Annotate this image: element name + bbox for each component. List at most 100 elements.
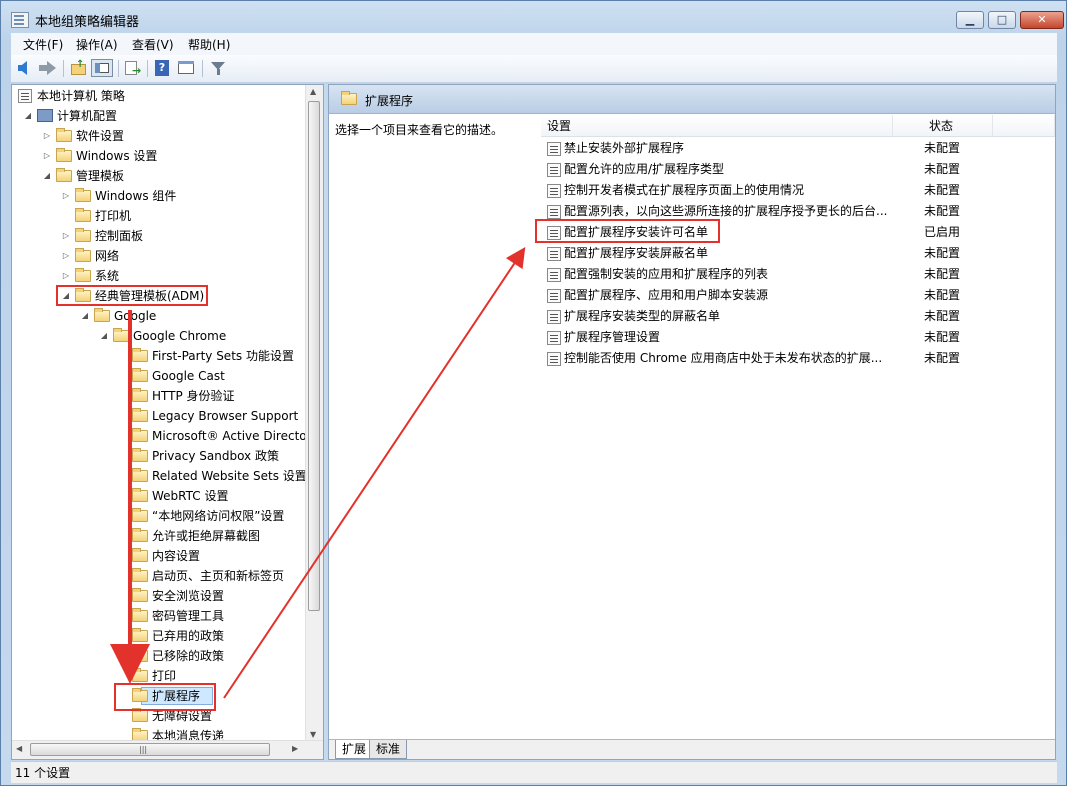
maximize-button[interactable]: □ bbox=[988, 11, 1016, 29]
policy-state: 未配置 bbox=[924, 351, 961, 365]
collapsed-triangle-icon[interactable]: ▷ bbox=[43, 146, 51, 166]
policy-state: 未配置 bbox=[924, 288, 961, 302]
tree-item[interactable]: 扩展程序 bbox=[12, 686, 307, 706]
back-icon[interactable] bbox=[17, 59, 37, 77]
tree-item[interactable]: 内容设置 bbox=[12, 546, 307, 566]
tree-item[interactable]: 密码管理工具 bbox=[12, 606, 307, 626]
policy-row[interactable]: 禁止安装外部扩展程序 未配置 bbox=[541, 138, 1051, 159]
tree-vertical-scrollbar[interactable]: ▲ ▼ bbox=[305, 85, 323, 741]
expanded-triangle-icon[interactable]: ◢ bbox=[43, 166, 51, 186]
tree-item[interactable]: 已弃用的政策 bbox=[12, 626, 307, 646]
tree-horizontal-scroll-thumb[interactable]: ||| bbox=[30, 743, 270, 756]
menu-file[interactable]: 文件(F) bbox=[23, 36, 63, 53]
tree-item-label: Legacy Browser Support bbox=[152, 409, 299, 423]
collapsed-triangle-icon[interactable]: ▷ bbox=[62, 226, 70, 246]
tree-pane[interactable]: 本地计算机 策略 ◢ 计算机配置 ▷ 软件设置 ▷ Windows 设置 ◢ 管理模板 ▷ Wind… bbox=[11, 84, 324, 760]
tree-item[interactable]: HTTP 身份验证 bbox=[12, 386, 307, 406]
tree-item[interactable]: WebRTC 设置 bbox=[12, 486, 307, 506]
folder-icon bbox=[56, 168, 72, 182]
column-header-state[interactable]: 状态 bbox=[893, 115, 993, 137]
tree-item[interactable]: ▷ 系统 bbox=[12, 266, 307, 286]
forward-icon[interactable] bbox=[38, 59, 58, 77]
show-hide-tree-icon[interactable] bbox=[91, 59, 113, 77]
policy-row[interactable]: 配置扩展程序安装许可名单 已启用 bbox=[541, 222, 1051, 243]
tree-item[interactable]: First-Party Sets 功能设置 bbox=[12, 346, 307, 366]
folder-icon bbox=[132, 388, 148, 402]
tree-item[interactable]: Privacy Sandbox 政策 bbox=[12, 446, 307, 466]
up-folder-icon[interactable]: ↑ bbox=[69, 59, 89, 77]
tree-item[interactable]: Related Website Sets 设置 bbox=[12, 466, 307, 486]
tree-item[interactable]: 已移除的政策 bbox=[12, 646, 307, 666]
menu-action[interactable]: 操作(A) bbox=[76, 36, 118, 53]
policy-row[interactable]: 配置强制安装的应用和扩展程序的列表 未配置 bbox=[541, 264, 1051, 285]
tree-item[interactable]: ◢ 管理模板 bbox=[12, 166, 307, 186]
tab-standard[interactable]: 标准 bbox=[369, 740, 408, 759]
filter-icon[interactable] bbox=[209, 59, 229, 77]
tree-item[interactable]: Legacy Browser Support bbox=[12, 406, 307, 426]
policy-row[interactable]: 控制开发者模式在扩展程序页面上的使用情况 未配置 bbox=[541, 180, 1051, 201]
view-tabs: 扩展 标准 bbox=[329, 739, 1055, 759]
policy-name: 扩展程序管理设置 bbox=[564, 330, 661, 344]
folder-icon bbox=[132, 668, 148, 682]
policy-row[interactable]: 配置扩展程序安装屏蔽名单 未配置 bbox=[541, 243, 1051, 264]
tab-extended[interactable]: 扩展 bbox=[335, 740, 374, 759]
tree-item[interactable]: ▷ Windows 组件 bbox=[12, 186, 307, 206]
tree-vertical-scroll-thumb[interactable] bbox=[308, 101, 320, 611]
folder-icon bbox=[132, 488, 148, 502]
policy-state: 未配置 bbox=[924, 162, 961, 176]
tree-root-label: 本地计算机 策略 bbox=[37, 89, 125, 103]
tree-item[interactable]: 打印 bbox=[12, 666, 307, 686]
collapsed-triangle-icon[interactable]: ▷ bbox=[62, 266, 70, 286]
policy-state: 未配置 bbox=[924, 309, 961, 323]
tree-item[interactable]: 打印机 bbox=[12, 206, 307, 226]
expanded-triangle-icon[interactable]: ◢ bbox=[24, 106, 32, 126]
policy-row[interactable]: 配置扩展程序、应用和用户脚本安装源 未配置 bbox=[541, 285, 1051, 306]
menu-view[interactable]: 查看(V) bbox=[132, 36, 174, 53]
tree-item[interactable]: ◢ 计算机配置 bbox=[12, 106, 307, 126]
collapsed-triangle-icon[interactable]: ▷ bbox=[62, 186, 70, 206]
policy-row[interactable]: 控制能否使用 Chrome 应用商店中处于未发布状态的扩展... 未配置 bbox=[541, 348, 1051, 369]
close-button[interactable]: ✕ bbox=[1020, 11, 1064, 29]
tree-item[interactable]: ◢ Google Chrome bbox=[12, 326, 307, 346]
collapsed-triangle-icon[interactable]: ▷ bbox=[43, 126, 51, 146]
properties-icon[interactable] bbox=[177, 59, 197, 77]
tree-item[interactable]: 启动页、主页和新标签页 bbox=[12, 566, 307, 586]
expanded-triangle-icon[interactable]: ◢ bbox=[81, 306, 89, 326]
tree-item[interactable]: 无障碍设置 bbox=[12, 706, 307, 726]
collapsed-triangle-icon[interactable]: ▷ bbox=[62, 246, 70, 266]
computer-icon bbox=[37, 109, 53, 122]
minimize-button[interactable]: ▁ bbox=[956, 11, 984, 29]
policy-name: 扩展程序安装类型的屏蔽名单 bbox=[564, 309, 721, 323]
policy-name: 配置强制安装的应用和扩展程序的列表 bbox=[564, 267, 769, 281]
folder-icon bbox=[56, 128, 72, 142]
folder-icon bbox=[132, 508, 148, 522]
folder-icon bbox=[94, 308, 110, 322]
column-header-setting[interactable]: 设置 bbox=[541, 115, 893, 137]
expanded-triangle-icon[interactable]: ◢ bbox=[100, 326, 108, 346]
tree-item-label: Google Chrome bbox=[133, 329, 227, 343]
tree-item[interactable]: ◢ 经典管理模板(ADM) bbox=[12, 286, 307, 306]
tree-item[interactable]: ▷ Windows 设置 bbox=[12, 146, 307, 166]
policy-setting-icon bbox=[547, 289, 561, 303]
tree-horizontal-scrollbar[interactable]: ◀ ||| ▶ bbox=[12, 740, 323, 759]
tree-item[interactable]: ▷ 软件设置 bbox=[12, 126, 307, 146]
policy-row[interactable]: 配置允许的应用/扩展程序类型 未配置 bbox=[541, 159, 1051, 180]
tree-item[interactable]: ▷ 网络 bbox=[12, 246, 307, 266]
policy-row[interactable]: 配置源列表，以向这些源所连接的扩展程序授予更长的后台... 未配置 bbox=[541, 201, 1051, 222]
policy-row[interactable]: 扩展程序管理设置 未配置 bbox=[541, 327, 1051, 348]
tree-item[interactable]: ▷ 控制面板 bbox=[12, 226, 307, 246]
tree-item[interactable]: Microsoft® Active Directo bbox=[12, 426, 307, 446]
expanded-triangle-icon[interactable]: ◢ bbox=[62, 286, 70, 306]
tree-item[interactable]: 允许或拒绝屏幕截图 bbox=[12, 526, 307, 546]
tree-item[interactable]: ◢ Google bbox=[12, 306, 307, 326]
menu-help[interactable]: 帮助(H) bbox=[188, 36, 230, 53]
tree-item[interactable]: 安全浏览设置 bbox=[12, 586, 307, 606]
tree-item[interactable]: Google Cast bbox=[12, 366, 307, 386]
tree-item-label: 系统 bbox=[95, 269, 120, 283]
help-icon[interactable]: ? bbox=[153, 59, 173, 77]
policy-name: 配置允许的应用/扩展程序类型 bbox=[564, 162, 725, 176]
export-list-icon[interactable]: → bbox=[123, 59, 143, 77]
tree-item[interactable]: “本地网络访问权限”设置 bbox=[12, 506, 307, 526]
policy-doc-icon bbox=[18, 89, 32, 103]
policy-row[interactable]: 扩展程序安装类型的屏蔽名单 未配置 bbox=[541, 306, 1051, 327]
